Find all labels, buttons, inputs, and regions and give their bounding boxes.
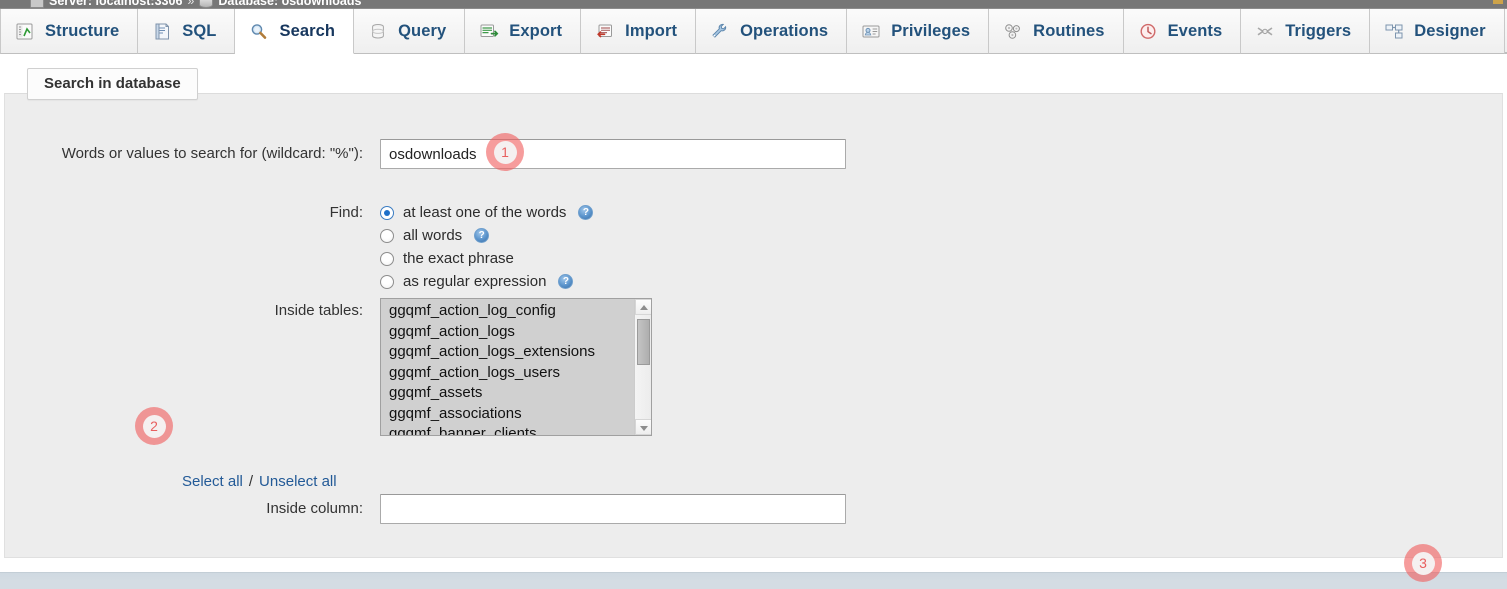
tables-listbox[interactable]: ggqmf_action_log_configggqmf_action_logs… [380,298,652,436]
table-option[interactable]: ggqmf_banner_clients [381,424,635,436]
find-row: Find: at least one of the words?all word… [5,204,1005,293]
form-footer: Go [0,572,1507,589]
tab-routines[interactable]: Routines [989,9,1123,54]
tab-export[interactable]: Export [465,9,581,54]
find-option-0[interactable]: at least one of the words? [380,201,593,224]
tab-label: Operations [740,22,828,41]
events-icon [1138,22,1158,41]
tab-structure[interactable]: Structure [0,9,138,54]
breadcrumb-right-accent [1493,0,1503,4]
breadcrumb-server[interactable]: Server: localhost:3306 [49,0,182,8]
help-icon[interactable]: ? [474,228,489,243]
find-option-2[interactable]: the exact phrase [380,247,593,270]
tab-label: Privileges [891,22,970,41]
tab-operations[interactable]: Operations [696,9,847,54]
scroll-up-arrow-icon[interactable] [635,299,652,315]
database-icon [199,0,213,8]
help-icon[interactable]: ? [558,274,573,289]
table-option[interactable]: ggqmf_action_logs [381,322,635,343]
fieldset-legend: Search in database [27,68,198,100]
tab-sql[interactable]: SQL [138,9,235,54]
select-all-link[interactable]: Select all [182,473,243,490]
tab-query[interactable]: Query [354,9,465,54]
tab-label: Routines [1033,22,1104,41]
scrollbar-thumb[interactable] [637,319,650,365]
sql-icon [152,22,172,41]
search-fieldset: Words or values to search for (wildcard:… [4,93,1503,558]
find-option-label: the exact phrase [403,250,514,267]
routines-icon [1003,22,1023,41]
tab-label: Export [509,22,562,41]
search-icon [249,22,269,41]
help-icon[interactable]: ? [578,205,593,220]
import-icon [595,22,615,41]
inside-column-input[interactable] [380,494,846,524]
tab-triggers[interactable]: Triggers [1241,9,1370,54]
breadcrumb-separator: » [187,0,194,8]
table-option[interactable]: ggqmf_action_logs_users [381,363,635,384]
find-radio-0[interactable] [380,206,394,220]
inside-tables-label: Inside tables: [5,302,363,320]
links-separator: / [249,473,253,490]
select-links: Select all / Unselect all [182,473,337,490]
inside-column-label: Inside column: [5,500,363,518]
query-icon [368,22,388,41]
designer-icon [1384,22,1404,41]
content-area: Search in database Words or values to se… [0,54,1507,589]
tab-label: Designer [1414,22,1485,41]
tab-search[interactable]: Search [235,9,354,54]
table-option[interactable]: ggqmf_assets [381,383,635,404]
breadcrumb-database[interactable]: Database: osdownloads [218,0,361,8]
find-option-label: at least one of the words [403,204,566,221]
operations-icon [710,22,730,41]
words-label: Words or values to search for (wildcard:… [5,145,363,163]
main-tabbar: Structure SQL Search Query Export Import Opera… [0,9,1507,54]
find-radio-3[interactable] [380,275,394,289]
find-label: Find: [5,204,363,222]
find-option-label: as regular expression [403,273,546,290]
phpmyadmin-search-page: Server: localhost:3306 » Database: osdow… [0,0,1507,589]
tab-designer[interactable]: Designer [1370,9,1504,54]
tab-label: Triggers [1285,22,1351,41]
tab-events[interactable]: Events [1124,9,1242,54]
tab-label: SQL [182,22,216,41]
server-icon [30,0,44,8]
listbox-scrollbar[interactable] [634,299,651,435]
words-row: Words or values to search for (wildcard:… [5,145,1005,169]
find-option-1[interactable]: all words? [380,224,593,247]
tab-label: Import [625,22,677,41]
search-words-input[interactable] [380,139,846,169]
find-option-label: all words [403,227,462,244]
inside-column-row: Inside column: [5,500,1005,524]
inside-tables-row: Inside tables: ggqmf_action_log_configgg… [5,302,1005,436]
triggers-icon [1255,22,1275,41]
find-radio-2[interactable] [380,252,394,266]
tab-label: Events [1168,22,1223,41]
find-radio-group: at least one of the words?all words?the … [380,201,593,293]
find-radio-1[interactable] [380,229,394,243]
export-icon [479,22,499,41]
find-option-3[interactable]: as regular expression? [380,270,593,293]
privileges-icon [861,22,881,41]
table-option[interactable]: ggqmf_associations [381,404,635,425]
tab-import[interactable]: Import [581,9,696,54]
tab-privileges[interactable]: Privileges [847,9,989,54]
tab-label: Structure [45,22,119,41]
table-option[interactable]: ggqmf_action_log_config [381,301,635,322]
table-option[interactable]: ggqmf_action_logs_extensions [381,342,635,363]
tab-label: Query [398,22,446,41]
breadcrumb: Server: localhost:3306 » Database: osdow… [0,0,1507,9]
unselect-all-link[interactable]: Unselect all [259,473,337,490]
tab-label: Search [279,22,335,41]
scroll-down-arrow-icon[interactable] [635,419,652,435]
structure-icon [15,22,35,41]
